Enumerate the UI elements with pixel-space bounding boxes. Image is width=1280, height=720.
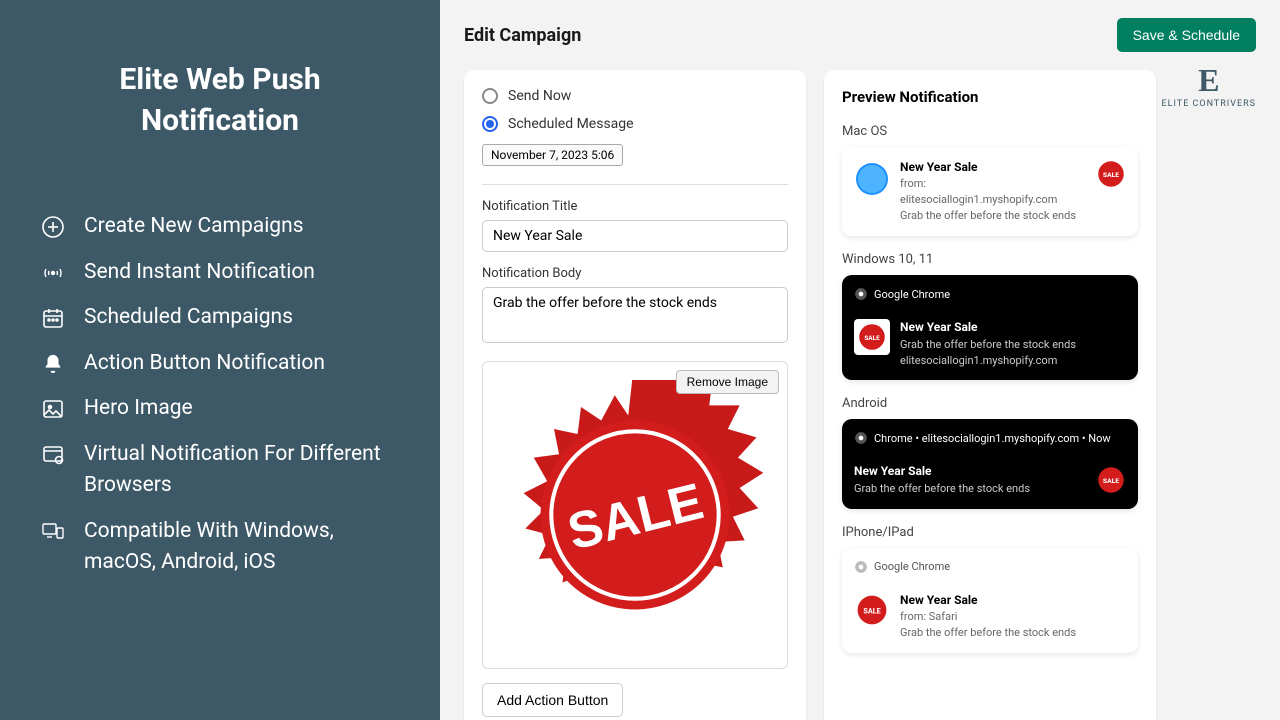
- preview-heading: Preview Notification: [842, 88, 1138, 106]
- page-title: Edit Campaign: [464, 25, 581, 46]
- sale-badge-icon: SALE: [1096, 465, 1126, 495]
- notification-body-input[interactable]: Grab the offer before the stock ends: [482, 287, 788, 343]
- feature-item: Hero Image: [40, 393, 400, 425]
- macos-from: from: elitesociallogin1.myshopify.com: [900, 176, 1086, 208]
- sidebar-title: Elite Web Push Notification: [40, 60, 400, 141]
- calendar-icon: [40, 305, 66, 331]
- page-header: Edit Campaign Save & Schedule: [464, 18, 1256, 52]
- macos-title: New Year Sale: [900, 159, 1086, 176]
- body-label: Notification Body: [482, 266, 788, 281]
- windows-label: Windows 10, 11: [842, 252, 1138, 267]
- android-title: New Year Sale: [854, 463, 1086, 480]
- devices-icon: [40, 519, 66, 545]
- macos-label: Mac OS: [842, 124, 1138, 139]
- iphone-title: New Year Sale: [900, 592, 1126, 609]
- feature-item: Send Instant Notification: [40, 257, 400, 289]
- campaign-form-panel: Send Now Scheduled Message November 7, 2…: [464, 70, 806, 720]
- feature-label: Send Instant Notification: [84, 257, 400, 289]
- sale-seal-icon: SALE: [500, 380, 770, 650]
- svg-text:SALE: SALE: [863, 606, 880, 615]
- iphone-label: IPhone/IPad: [842, 525, 1138, 540]
- feature-label: Virtual Notification For Different Brows…: [84, 439, 400, 502]
- macos-preview: New Year Sale from: elitesociallogin1.my…: [842, 147, 1138, 236]
- windows-domain: elitesociallogin1.myshopify.com: [900, 353, 1126, 369]
- sale-badge-icon: SALE: [1096, 159, 1126, 189]
- feature-label: Hero Image: [84, 393, 400, 425]
- image-icon: [40, 396, 66, 422]
- feature-item: Compatible With Windows, macOS, Android,…: [40, 516, 400, 579]
- iphone-preview: Google Chrome SALE New Year Sale from: S…: [842, 548, 1138, 653]
- feature-label: Scheduled Campaigns: [84, 302, 400, 334]
- logo-name: ELITE CONTRIVERS: [1162, 99, 1256, 109]
- windows-preview: Google Chrome SALE New Year Sale Grab th…: [842, 275, 1138, 380]
- windows-app: Google Chrome: [874, 288, 950, 301]
- brand-logo: E ELITE CONTRIVERS: [1162, 62, 1256, 109]
- remove-image-button[interactable]: Remove Image: [676, 370, 779, 394]
- schedule-date-input[interactable]: November 7, 2023 5:06: [482, 144, 623, 166]
- feature-item: Scheduled Campaigns: [40, 302, 400, 334]
- sale-badge-icon: SALE: [854, 592, 890, 628]
- browser-icon: [40, 442, 66, 468]
- feature-item: Virtual Notification For Different Brows…: [40, 439, 400, 502]
- scheduled-radio[interactable]: Scheduled Message: [482, 116, 788, 132]
- logo-initial: E: [1162, 62, 1256, 99]
- feature-label: Compatible With Windows, macOS, Android,…: [84, 516, 400, 579]
- android-body: Grab the offer before the stock ends: [854, 481, 1086, 497]
- windows-title: New Year Sale: [900, 319, 1126, 336]
- divider: [482, 184, 788, 185]
- chrome-icon: [854, 287, 868, 301]
- chrome-icon: [854, 431, 868, 445]
- hero-image-preview: SALE: [491, 370, 779, 660]
- feature-list: Create New Campaigns Send Instant Notifi…: [40, 211, 400, 579]
- android-header: Chrome • elitesociallogin1.myshopify.com…: [874, 432, 1111, 445]
- svg-text:SALE: SALE: [1103, 171, 1119, 179]
- add-action-button[interactable]: Add Action Button: [482, 683, 623, 717]
- radio-icon: [482, 88, 498, 104]
- android-label: Android: [842, 396, 1138, 411]
- preview-panel: Preview Notification Mac OS New Year Sal…: [824, 70, 1156, 720]
- feature-item: Action Button Notification: [40, 348, 400, 380]
- feature-label: Create New Campaigns: [84, 211, 400, 243]
- iphone-body: Grab the offer before the stock ends: [900, 625, 1126, 641]
- scheduled-label: Scheduled Message: [508, 116, 634, 132]
- safari-icon: [854, 161, 890, 197]
- notification-title-input[interactable]: [482, 220, 788, 252]
- iphone-from: from: Safari: [900, 609, 1126, 625]
- promo-sidebar: Elite Web Push Notification Create New C…: [0, 0, 440, 720]
- bell-icon: [40, 351, 66, 377]
- sale-badge-icon: SALE: [854, 319, 890, 355]
- broadcast-icon: [40, 260, 66, 286]
- feature-item: Create New Campaigns: [40, 211, 400, 243]
- android-preview: Chrome • elitesociallogin1.myshopify.com…: [842, 419, 1138, 508]
- chrome-icon: [854, 560, 868, 574]
- macos-body: Grab the offer before the stock ends: [900, 208, 1086, 224]
- main-content: Edit Campaign Save & Schedule E ELITE CO…: [440, 0, 1280, 720]
- feature-label: Action Button Notification: [84, 348, 400, 380]
- send-now-label: Send Now: [508, 88, 571, 104]
- svg-text:SALE: SALE: [864, 334, 880, 342]
- iphone-app: Google Chrome: [874, 560, 950, 573]
- plus-circle-icon: [40, 214, 66, 240]
- save-schedule-button[interactable]: Save & Schedule: [1117, 18, 1256, 52]
- svg-text:SALE: SALE: [1103, 477, 1119, 485]
- hero-image-card: Remove Image SALE: [482, 361, 788, 669]
- radio-selected-icon: [482, 116, 498, 132]
- send-now-radio[interactable]: Send Now: [482, 88, 788, 104]
- title-label: Notification Title: [482, 199, 788, 214]
- windows-body: Grab the offer before the stock ends: [900, 337, 1126, 353]
